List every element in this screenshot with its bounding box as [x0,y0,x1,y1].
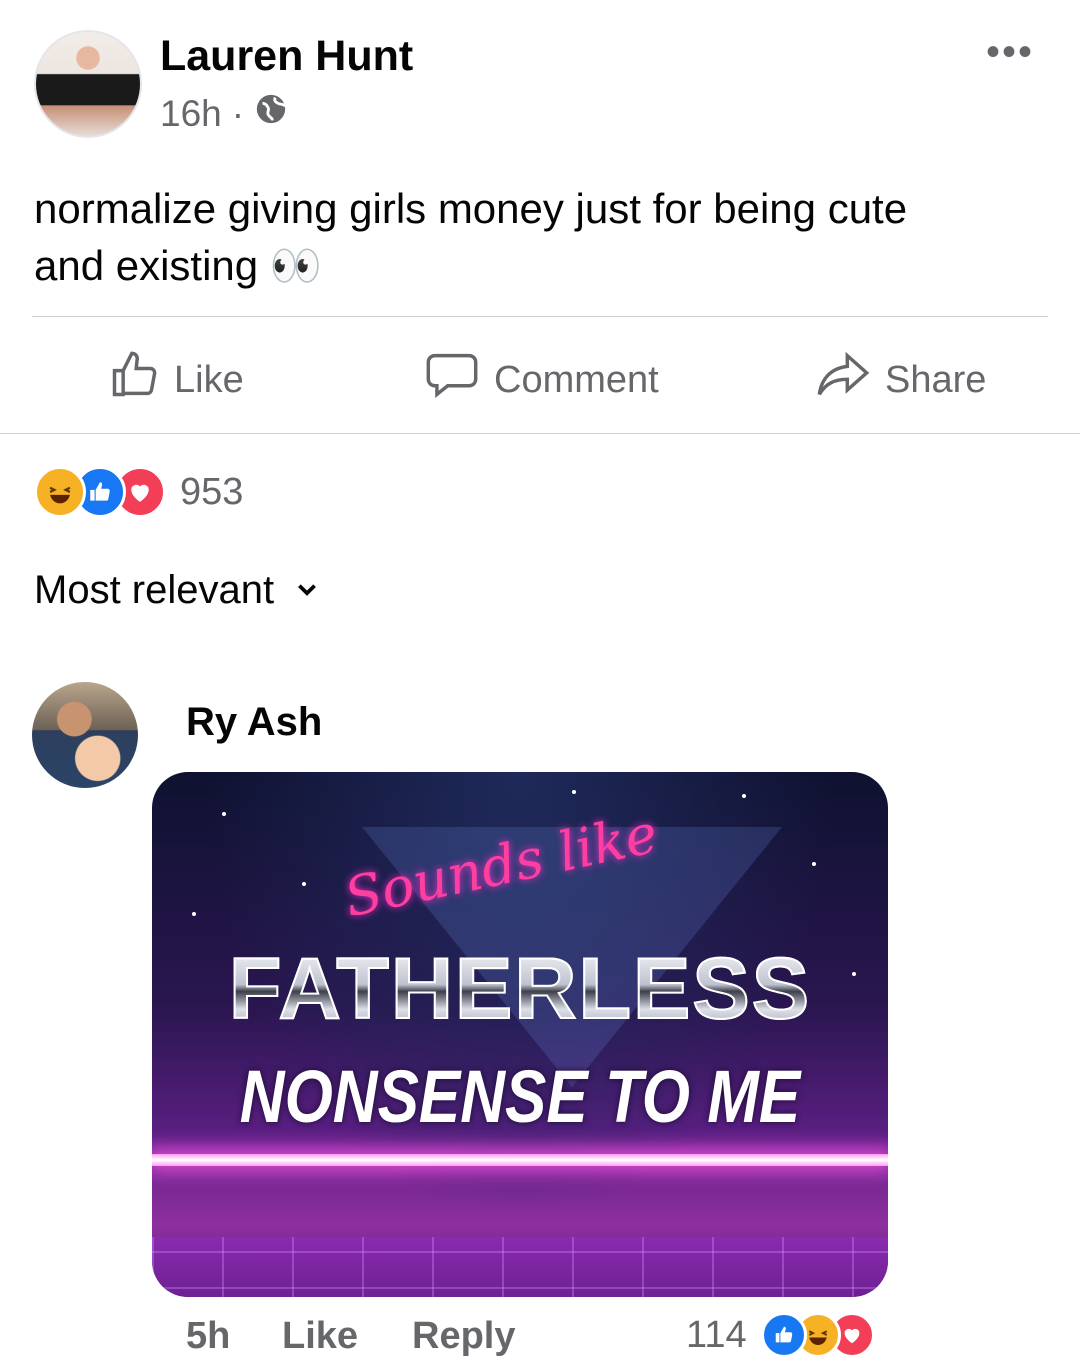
star [302,882,306,886]
comment-reactions[interactable]: 114 [686,1312,875,1358]
globe-icon [254,92,288,135]
star [222,812,226,816]
post-time[interactable]: 16h [160,93,222,135]
meme-horizon-line [152,1154,888,1166]
meme-grid-floor [152,1237,888,1297]
post-meta: 16h · [160,92,288,135]
star [192,912,196,916]
reaction-count: 953 [180,470,244,513]
comment-meme-image[interactable]: Sounds like FATHERLESS NONSENSE TO ME [152,772,888,1297]
post-text-line2-wrap: and existing 👀 [34,237,1044,294]
comment-like-button[interactable]: Like [282,1315,358,1358]
post-author-avatar[interactable] [34,30,142,138]
comment-sort-dropdown[interactable]: Most relevant [34,568,320,613]
chevron-down-icon [294,568,320,613]
post-author-name[interactable]: Lauren Hunt [160,32,413,81]
sort-label: Most relevant [34,568,275,612]
share-button[interactable]: Share [815,350,986,410]
comment-reply-button[interactable]: Reply [412,1315,515,1358]
share-button-label: Share [885,358,987,401]
more-options-icon[interactable]: ••• [986,30,1034,75]
meme-text-line3: NONSENSE TO ME [239,1056,801,1139]
meme-text-line2: FATHERLESS [186,940,854,1039]
thumbs-up-icon [108,349,160,411]
haha-reaction-icon [34,466,86,518]
like-button-label: Like [174,358,244,401]
comment-button-label: Comment [494,358,659,401]
eyes-emoji-icon: 👀 [269,242,323,289]
star [742,794,746,798]
share-arrow-icon [815,349,871,411]
divider [0,433,1080,434]
comment-button[interactable]: Comment [424,350,659,410]
divider [32,316,1048,317]
post-text-line1: normalize giving girls money just for be… [34,185,908,232]
star [812,862,816,866]
like-reaction-icon [760,1312,807,1358]
commenter-name[interactable]: Ry Ash [186,700,322,745]
comment-time[interactable]: 5h [186,1315,230,1358]
meta-separator: · [231,92,245,134]
post-text: normalize giving girls money just for be… [34,180,1044,294]
reactions-summary[interactable]: 953 [34,466,243,518]
post-text-line2: and existing [34,242,259,289]
like-button[interactable]: Like [108,350,244,410]
star [572,790,576,794]
commenter-avatar[interactable] [32,682,138,788]
comment-reaction-count: 114 [686,1313,747,1356]
comment-bubble-icon [424,349,480,411]
